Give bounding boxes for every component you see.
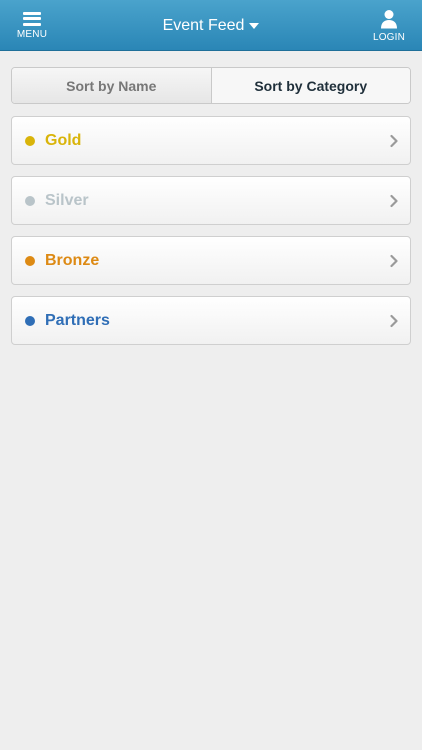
silver-dot-icon bbox=[25, 195, 35, 206]
page-title: Event Feed bbox=[162, 16, 245, 34]
sort-by-name-button[interactable]: Sort by Name bbox=[12, 68, 212, 103]
login-label: LOGIN bbox=[372, 31, 406, 43]
chevron-right-icon bbox=[390, 314, 398, 327]
category-row-bronze[interactable]: Bronze bbox=[11, 236, 411, 285]
chevron-right-icon bbox=[390, 134, 398, 147]
event-feed-dropdown[interactable]: Event Feed bbox=[163, 17, 260, 35]
chevron-right-icon bbox=[390, 254, 398, 267]
category-row-silver[interactable]: Silver bbox=[11, 176, 411, 225]
menu-button[interactable]: MENU bbox=[2, 0, 62, 51]
chevron-right-icon bbox=[390, 194, 398, 207]
category-label: Silver bbox=[45, 191, 89, 209]
top-navigation-bar: MENU Event Feed LOGIN bbox=[0, 0, 422, 51]
category-row-gold[interactable]: Gold bbox=[11, 116, 411, 165]
menu-label: MENU bbox=[16, 28, 48, 40]
hamburger-icon bbox=[23, 11, 41, 26]
bronze-dot-icon bbox=[25, 255, 35, 266]
user-icon bbox=[381, 9, 397, 28]
category-label: Bronze bbox=[45, 251, 100, 269]
category-row-partners[interactable]: Partners bbox=[11, 296, 411, 345]
sort-segmented-control: Sort by Name Sort by Category bbox=[11, 67, 411, 104]
caret-down-icon bbox=[249, 23, 260, 29]
gold-dot-icon bbox=[25, 135, 35, 146]
category-label: Gold bbox=[45, 131, 82, 149]
category-label: Partners bbox=[45, 311, 110, 329]
sort-by-category-button[interactable]: Sort by Category bbox=[211, 68, 410, 103]
partners-dot-icon bbox=[25, 315, 35, 326]
login-button[interactable]: LOGIN bbox=[359, 0, 419, 51]
